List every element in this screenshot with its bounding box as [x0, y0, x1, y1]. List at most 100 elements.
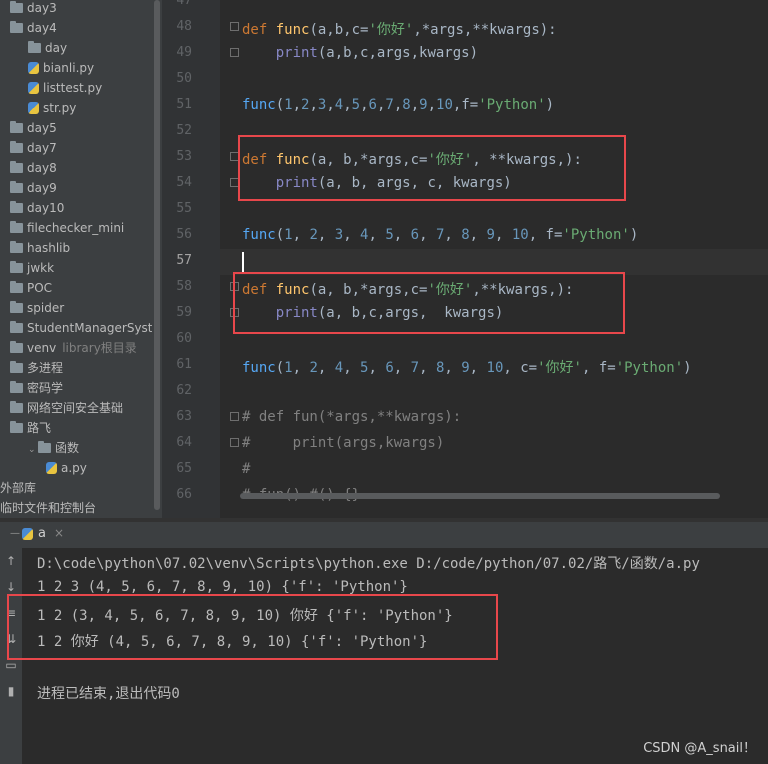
tree-item[interactable]: day8: [10, 158, 57, 178]
editor-horizontal-scrollbar[interactable]: [240, 493, 720, 499]
annotation-box: [7, 594, 498, 660]
line-number: 58: [176, 279, 192, 294]
folder-icon: [10, 321, 23, 333]
tree-item[interactable]: 网络空间安全基础: [10, 398, 123, 418]
line-number: 49: [176, 45, 192, 60]
line-number: 64: [176, 435, 192, 450]
python-file-icon: [46, 462, 57, 474]
tree-item[interactable]: day3: [10, 0, 57, 18]
tree-item-label: 函数: [55, 441, 80, 455]
tree-scroll-thumb[interactable]: [154, 0, 160, 510]
folder-icon: [10, 401, 23, 413]
code-line-64[interactable]: # print(args,kwargs): [242, 435, 444, 451]
tree-item[interactable]: day7: [10, 138, 57, 158]
tree-item-label: filechecker_mini: [27, 221, 125, 235]
tree-item[interactable]: bianli.py: [28, 58, 94, 78]
folder-icon: [10, 381, 23, 393]
run-tab-pin-icon[interactable]: —: [10, 528, 20, 539]
tree-item[interactable]: day5: [10, 118, 57, 138]
tree-item-label: a.py: [61, 461, 87, 475]
trash-icon[interactable]: ▮: [4, 684, 18, 698]
python-file-icon: [28, 62, 39, 74]
tree-item[interactable]: hashlib: [10, 238, 70, 258]
code-line-63[interactable]: # def fun(*args,**kwargs):: [242, 409, 461, 425]
tree-item-label: hashlib: [27, 241, 71, 255]
scroll-up-icon[interactable]: ↑: [4, 554, 18, 568]
annotation-box: [233, 272, 625, 334]
run-tab-close-icon[interactable]: ×: [54, 526, 64, 540]
tree-item-label: 密码学: [27, 381, 64, 395]
tree-item[interactable]: listtest.py: [28, 78, 102, 98]
tree-item-label: day9: [27, 181, 57, 195]
line-number: 57: [176, 253, 192, 268]
tree-item[interactable]: spider: [10, 298, 64, 318]
folder-icon: [10, 221, 23, 233]
fold-marker[interactable]: [230, 438, 239, 447]
tree-item[interactable]: day4: [10, 18, 57, 38]
code-line-51[interactable]: func(1,2,3,4,5,6,7,8,9,10,f='Python'): [242, 97, 554, 113]
folder-icon: [10, 301, 23, 313]
project-tree: day3 day4 day bianli.py listtest.py str.py day…: [0, 0, 152, 518]
fold-marker[interactable]: [230, 48, 239, 57]
tree-item[interactable]: day9: [10, 178, 57, 198]
line-number: 48: [176, 19, 192, 34]
folder-icon: [28, 41, 41, 53]
folder-icon: [10, 341, 23, 353]
tree-item[interactable]: ⌄ 函数: [28, 438, 79, 458]
line-number: 56: [176, 227, 192, 242]
code-line-48[interactable]: def func(a,b,c='你好',*args,**kwargs):: [242, 19, 557, 39]
line-number: 52: [176, 123, 192, 138]
expand-arrow-icon[interactable]: ⌄: [28, 440, 38, 460]
folder-icon: [10, 121, 23, 133]
tree-item-label: 路飞: [27, 421, 52, 435]
tree-item[interactable]: filechecker_mini: [10, 218, 124, 238]
line-number: 50: [176, 71, 192, 86]
tree-item[interactable]: day10: [10, 198, 64, 218]
watermark: CSDN @A_snail！: [643, 741, 756, 756]
print-icon[interactable]: ▭: [4, 658, 18, 672]
line-number: 66: [176, 487, 192, 502]
folder-icon: [10, 201, 23, 213]
tree-item-label: str.py: [43, 101, 77, 115]
code-line-56[interactable]: func(1, 2, 3, 4, 5, 6, 7, 8, 9, 10, f='P…: [242, 227, 638, 243]
folder-icon: [10, 181, 23, 193]
tree-item-label: day: [45, 41, 68, 55]
tree-item[interactable]: str.py: [28, 98, 76, 118]
fold-marker[interactable]: [230, 22, 239, 31]
tree-item[interactable]: venv library根目录: [10, 338, 137, 358]
scroll-down-icon[interactable]: ↓: [4, 580, 18, 594]
code-line-65[interactable]: #: [242, 461, 250, 477]
fold-marker[interactable]: [230, 412, 239, 421]
run-tab-label[interactable]: a: [38, 526, 46, 541]
python-file-icon: [28, 82, 39, 94]
tree-item-label: day4: [27, 21, 57, 35]
tree-item[interactable]: 路飞: [10, 418, 51, 438]
folder-icon: [10, 421, 23, 433]
tree-item-label: 多进程: [27, 361, 64, 375]
tree-item[interactable]: a.py: [46, 458, 87, 478]
folder-icon: [10, 281, 23, 293]
code-line-61[interactable]: func(1, 2, 4, 5, 6, 7, 8, 9, 10, c='你好',…: [242, 357, 692, 377]
tree-scrollbar[interactable]: [152, 0, 162, 518]
tree-item[interactable]: StudentManagerSystem: [10, 318, 152, 338]
tree-item[interactable]: POC: [10, 278, 52, 298]
line-number: 62: [176, 383, 192, 398]
tree-item[interactable]: 临时文件和控制台: [0, 498, 96, 518]
folder-icon: [10, 161, 23, 173]
folder-icon: [10, 241, 23, 253]
tree-item[interactable]: day: [28, 38, 67, 58]
tree-item[interactable]: 多进程: [10, 358, 63, 378]
tree-item-label: POC: [27, 281, 53, 295]
tree-item-note: library根目录: [62, 341, 137, 355]
tree-item[interactable]: 外部库: [0, 478, 36, 498]
tree-item-label: listtest.py: [43, 81, 103, 95]
line-number: 65: [176, 461, 192, 476]
run-tab-bar: — a ×: [0, 522, 768, 549]
code-line-49[interactable]: print(a,b,c,args,kwargs): [242, 45, 478, 61]
tree-item[interactable]: 密码学: [10, 378, 63, 398]
python-file-icon: [28, 102, 39, 114]
folder-icon: [10, 361, 23, 373]
tree-item[interactable]: jwkk: [10, 258, 54, 278]
folder-icon: [10, 1, 23, 13]
tree-item-label: 网络空间安全基础: [27, 401, 124, 415]
